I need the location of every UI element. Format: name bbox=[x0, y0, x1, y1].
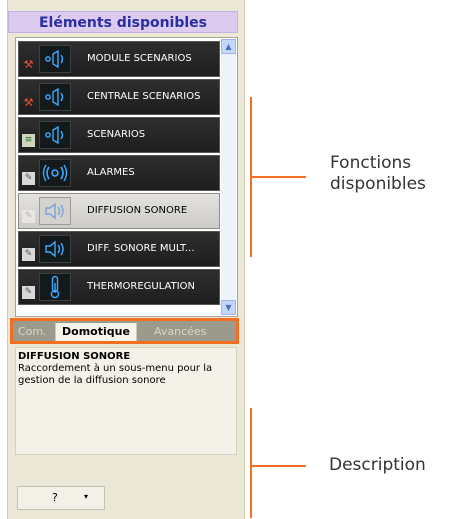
scroll-down-icon[interactable]: ▼ bbox=[221, 300, 236, 315]
list-item-diff-sonore-mult[interactable]: ✎ DIFF. SONORE MULT... bbox=[18, 231, 220, 267]
description-bracket-line bbox=[250, 408, 252, 518]
chevron-down-icon: ▾ bbox=[84, 492, 89, 501]
description-title: DIFFUSION SONORE bbox=[18, 351, 131, 362]
pencil-icon: ✎ bbox=[22, 286, 35, 299]
pencil-icon: ✎ bbox=[22, 248, 35, 261]
list-item-alarmes[interactable]: ✎ ALARMES bbox=[18, 155, 220, 191]
pencil-icon: ✎ bbox=[22, 172, 35, 185]
list-item-label: SCENARIOS bbox=[87, 129, 146, 140]
panel-title: Eléments disponibles bbox=[8, 11, 238, 33]
list-item-label: DIFFUSION SONORE bbox=[87, 205, 188, 216]
functions-callout-label: Fonctions disponibles bbox=[330, 153, 426, 194]
list-item-label: MODULE SCENARIOS bbox=[87, 53, 192, 64]
list-item-label: THERMOREGULATION bbox=[87, 281, 196, 292]
list-scrollbar[interactable]: ▲ ▼ bbox=[221, 39, 236, 315]
speaker-icon bbox=[39, 45, 71, 73]
list-item-thermoregulation[interactable]: ✎ THERMOREGULATION bbox=[18, 269, 220, 305]
thermometer-icon bbox=[39, 273, 71, 301]
speaker-icon bbox=[39, 83, 71, 111]
list-item-scenarios[interactable]: ≡ SCENARIOS bbox=[18, 117, 220, 153]
elements-list: ⚒ MODULE SCENARIOS ⚒ CENTRALE SCENARIOS … bbox=[15, 37, 238, 317]
speaker-icon bbox=[39, 121, 71, 149]
help-label: ? bbox=[52, 491, 58, 504]
list-item-diffusion-sonore[interactable]: ✎ DIFFUSION SONORE bbox=[18, 193, 220, 229]
description-body: Raccordement à un sous-menu pour la gest… bbox=[18, 363, 213, 386]
tab-com[interactable]: Com. bbox=[18, 323, 47, 341]
list-item-centrale-scenarios[interactable]: ⚒ CENTRALE SCENARIOS bbox=[18, 79, 220, 115]
pencil-icon: ✎ bbox=[22, 210, 35, 223]
sound-icon bbox=[39, 197, 71, 225]
tool-icon: ⚒ bbox=[23, 96, 34, 109]
category-tabs: Com. Domotique Avancées bbox=[10, 318, 239, 344]
tab-avancees[interactable]: Avancées bbox=[154, 323, 206, 341]
scroll-up-icon[interactable]: ▲ bbox=[221, 39, 236, 54]
alarm-icon bbox=[39, 159, 71, 187]
doc-icon: ≡ bbox=[22, 134, 35, 147]
list-item-label: DIFF. SONORE MULT... bbox=[87, 243, 195, 254]
description-callout-label: Description bbox=[329, 455, 426, 475]
list-item-label: ALARMES bbox=[87, 167, 135, 178]
description-panel: DIFFUSION SONORE Raccordement à un sous-… bbox=[15, 347, 237, 455]
functions-pointer-line bbox=[251, 176, 306, 178]
tool-icon: ⚒ bbox=[23, 58, 34, 71]
list-item-module-scenarios[interactable]: ⚒ MODULE SCENARIOS bbox=[18, 41, 220, 77]
sound-icon bbox=[39, 235, 71, 263]
help-dropdown-button[interactable]: ? ▾ bbox=[17, 486, 105, 510]
description-pointer-line bbox=[251, 465, 306, 467]
tab-domotique[interactable]: Domotique bbox=[55, 323, 137, 341]
list-item-label: CENTRALE SCENARIOS bbox=[87, 91, 201, 102]
